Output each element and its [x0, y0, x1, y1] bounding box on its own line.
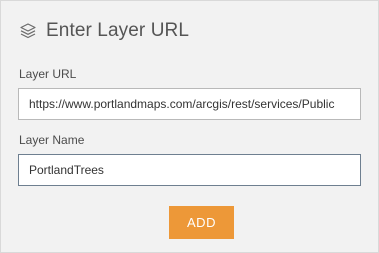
layer-name-label: Layer Name	[19, 133, 85, 147]
panel-header: Enter Layer URL	[18, 18, 189, 44]
layer-name-input[interactable]	[18, 154, 361, 186]
layer-url-label: Layer URL	[19, 67, 77, 81]
enter-layer-url-panel: Enter Layer URL Layer URL Layer Name ADD	[0, 0, 379, 253]
add-button[interactable]: ADD	[169, 206, 234, 239]
panel-title: Enter Layer URL	[46, 20, 190, 41]
layer-url-input[interactable]	[18, 88, 361, 120]
layers-icon	[18, 21, 38, 41]
